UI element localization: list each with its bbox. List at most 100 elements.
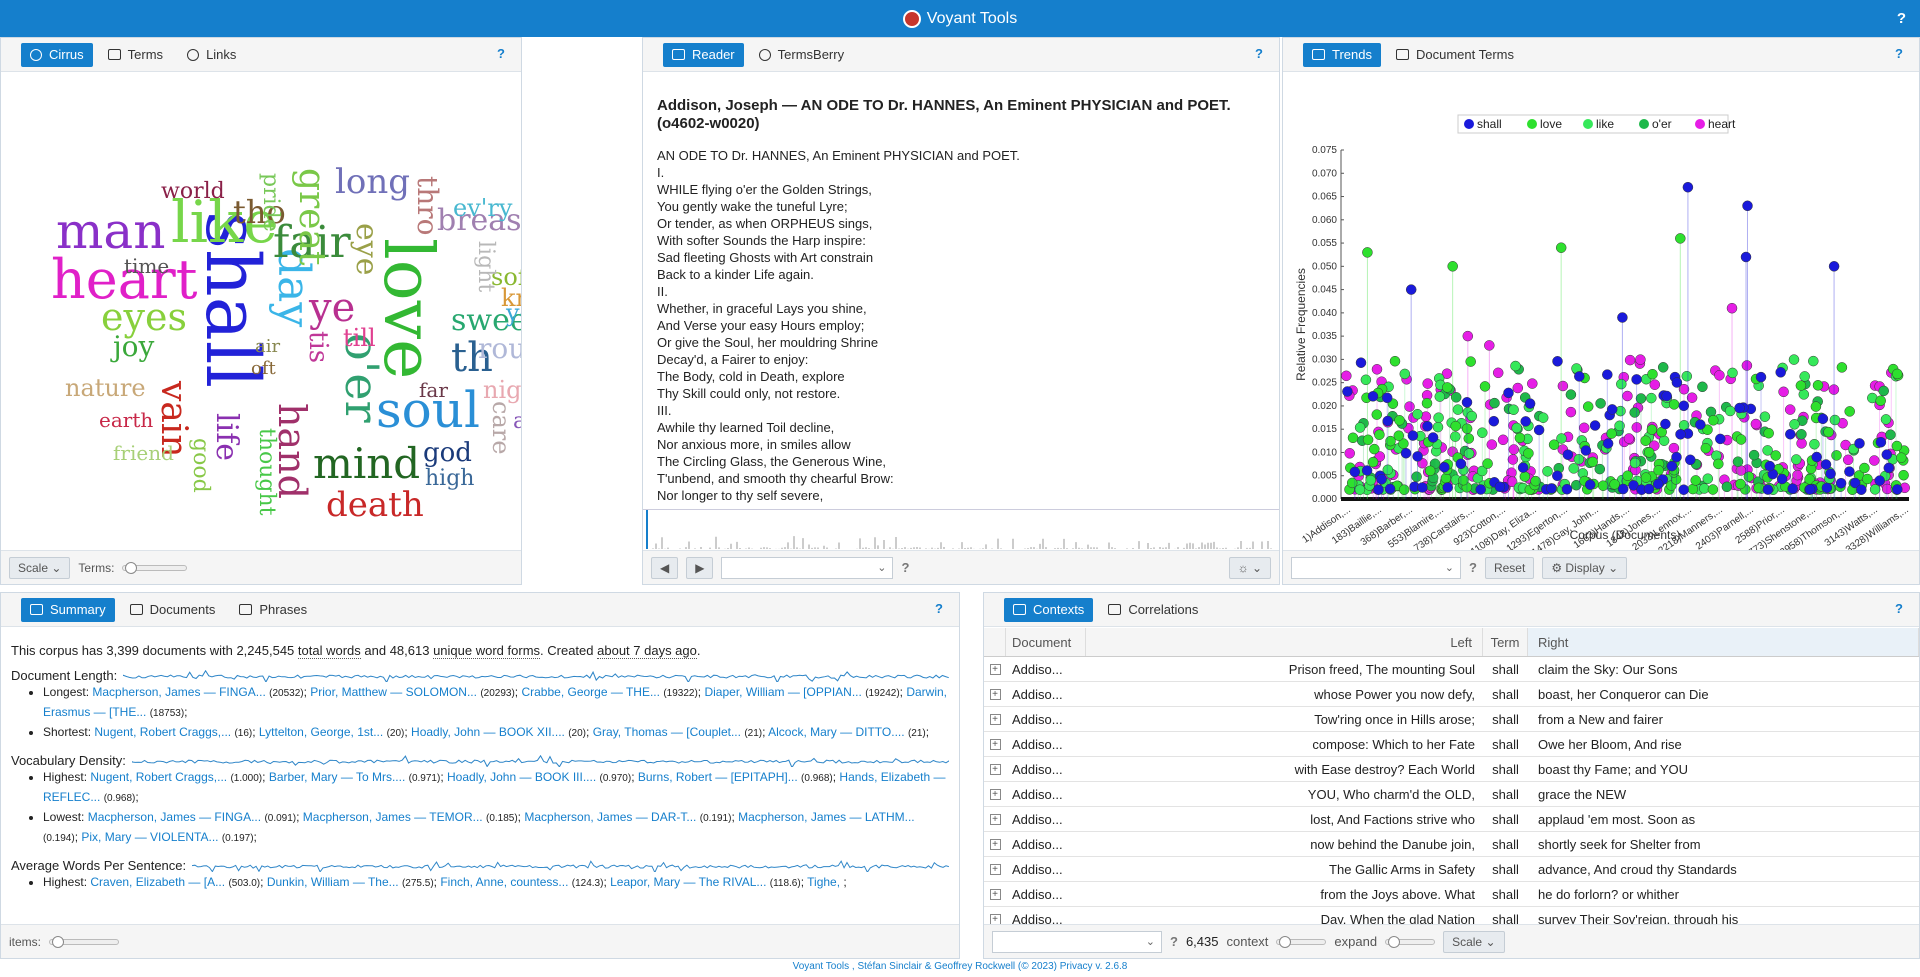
search-combo[interactable]: ⌄	[721, 556, 894, 579]
cloud-word[interactable]: life	[209, 413, 244, 461]
legend-item[interactable]: love	[1540, 117, 1562, 131]
expand-icon[interactable]: +	[989, 663, 1001, 675]
cloud-word[interactable]: oft	[251, 360, 276, 378]
expand-icon[interactable]: +	[989, 888, 1001, 900]
legend-marker[interactable]	[1464, 119, 1474, 129]
tab-document-terms[interactable]: Document Terms	[1387, 43, 1523, 67]
expand-icon[interactable]: +	[989, 813, 1001, 825]
document-link[interactable]: Macpherson, James — FINGA...	[88, 810, 261, 824]
contexts-scale-button[interactable]: Scale ⌄	[1443, 930, 1505, 953]
document-link[interactable]: Finch, Anne, countess...	[440, 875, 568, 889]
expand-icon[interactable]: +	[989, 738, 1001, 750]
cloud-word[interactable]: light	[473, 241, 498, 292]
cloud-word[interactable]: death	[326, 488, 424, 522]
terms-slider[interactable]	[122, 561, 188, 574]
expand-icon[interactable]: +	[989, 838, 1001, 850]
scale-button[interactable]: Scale ⌄	[9, 556, 71, 579]
cloud-word[interactable]: know	[501, 286, 521, 310]
cloud-word[interactable]: nature	[65, 376, 146, 400]
prev-button[interactable]: ◀	[651, 556, 679, 579]
tab-cirrus[interactable]: Cirrus	[21, 42, 93, 67]
document-link[interactable]: Craven, Elizabeth — [A...	[90, 875, 225, 889]
tab-phrases[interactable]: Phrases	[230, 598, 316, 622]
cloud-word[interactable]: joy	[113, 333, 154, 361]
unique-words-link[interactable]: unique word forms	[433, 643, 541, 659]
document-link[interactable]: Macpherson, James — LATHM...	[738, 810, 915, 824]
cloud-word[interactable]: world	[161, 181, 225, 203]
document-link[interactable]: Macpherson, James — DAR-T...	[524, 810, 696, 824]
cirrus-help-icon[interactable]: ?	[497, 46, 505, 61]
col-right[interactable]: Right	[1528, 628, 1919, 656]
expand-icon[interactable]: +	[989, 763, 1001, 775]
expand-icon[interactable]: +	[989, 863, 1001, 875]
table-row[interactable]: + Addiso... now behind the Danube join, sha…	[984, 832, 1919, 857]
table-row[interactable]: + Addiso... whose Power you now defy, shall…	[984, 682, 1919, 707]
cloud-word[interactable]: thro	[411, 176, 444, 236]
cloud-word[interactable]: air	[255, 338, 280, 356]
cloud-word[interactable]: long	[335, 165, 410, 199]
total-words-link[interactable]: total words	[297, 643, 361, 659]
cloud-word[interactable]: night	[483, 378, 521, 402]
cloud-word[interactable]: art	[513, 411, 521, 433]
cloud-word[interactable]: ev'ry	[453, 196, 512, 220]
cloud-word[interactable]: friend	[113, 443, 174, 463]
cloud-word[interactable]: earth	[99, 410, 153, 430]
reader-density-graph[interactable]	[643, 509, 1280, 549]
slider-knob[interactable]	[52, 935, 65, 948]
tab-contexts[interactable]: Contexts	[1004, 597, 1094, 622]
bulb-button[interactable]: ☼ ⌄	[1228, 556, 1271, 579]
cloud-word[interactable]: great	[291, 168, 332, 266]
cloud-word[interactable]: till	[343, 326, 376, 350]
cloud-word[interactable]: mind	[313, 443, 420, 485]
legend-item[interactable]: like	[1596, 117, 1614, 131]
legend-marker[interactable]	[1527, 119, 1537, 129]
trends-chart[interactable]: shall love like o'er heart 0.075 0.070 0.065 0.0…	[1283, 73, 1919, 551]
tab-terms[interactable]: Terms	[99, 43, 172, 67]
expand-icon[interactable]: +	[989, 788, 1001, 800]
document-link[interactable]: Crabbe, George — THE...	[521, 685, 660, 699]
legend-marker[interactable]	[1583, 119, 1593, 129]
document-link[interactable]: Pix, Mary — VIOLENTA...	[81, 830, 218, 844]
cloud-word[interactable]: thought	[254, 428, 279, 516]
legend-marker[interactable]	[1695, 119, 1705, 129]
cloud-word[interactable]: pride	[258, 173, 283, 232]
cloud-word[interactable]: god	[423, 440, 472, 466]
slider-knob[interactable]	[1279, 935, 1292, 948]
trends-search-combo[interactable]: ⌄	[1291, 556, 1461, 579]
reset-button[interactable]: Reset	[1484, 556, 1535, 579]
col-document[interactable]: Document	[1006, 628, 1086, 656]
document-link[interactable]: Lyttelton, George, 1st...	[259, 725, 383, 739]
cloud-word[interactable]: tis	[303, 331, 333, 363]
slider-knob[interactable]	[1388, 935, 1401, 948]
footer-credits[interactable]: Voyant Tools , Stéfan Sinclair & Geoffre…	[0, 961, 1920, 972]
legend-item[interactable]: shall	[1477, 117, 1502, 131]
document-link[interactable]: Hoadly, John — BOOK III....	[447, 770, 596, 784]
table-row[interactable]: + Addiso... from the Joys above. What shall…	[984, 882, 1919, 907]
document-link[interactable]: Alcock, Mary — DITTO....	[768, 725, 904, 739]
document-link[interactable]: Gray, Thomas — [Couplet...	[593, 725, 741, 739]
document-link[interactable]: Macpherson, James — TEMOR...	[303, 810, 483, 824]
contexts-search-combo[interactable]: ⌄	[992, 930, 1162, 953]
cloud-word[interactable]: eye	[349, 223, 384, 275]
legend-item[interactable]: heart	[1708, 117, 1736, 131]
tab-correlations[interactable]: Correlations	[1099, 598, 1207, 622]
legend-marker[interactable]	[1639, 119, 1649, 129]
document-link[interactable]: Tighe,	[807, 875, 840, 889]
slider-knob[interactable]	[125, 561, 138, 574]
cloud-word[interactable]: far	[419, 380, 448, 400]
cloud-word[interactable]: high	[425, 468, 474, 490]
tab-summary[interactable]: Summary	[21, 597, 115, 622]
tab-documents[interactable]: Documents	[121, 598, 225, 622]
contexts-help-icon[interactable]: ?	[1895, 601, 1903, 616]
trends-search-help-icon[interactable]: ?	[1469, 560, 1477, 575]
tab-termsberry[interactable]: TermsBerry	[750, 43, 853, 67]
cloud-word[interactable]: ye	[309, 288, 355, 328]
expand-icon[interactable]: +	[989, 688, 1001, 700]
document-link[interactable]: Nugent, Robert Craggs,...	[90, 770, 227, 784]
document-link[interactable]: Barber, Mary — To Mrs....	[269, 770, 405, 784]
search-help-icon[interactable]: ?	[901, 560, 909, 575]
tab-trends[interactable]: Trends	[1303, 42, 1381, 67]
tab-links[interactable]: Links	[178, 43, 245, 67]
reader-help-icon[interactable]: ?	[1255, 46, 1263, 61]
document-link[interactable]: Nugent, Robert Craggs,...	[94, 725, 231, 739]
